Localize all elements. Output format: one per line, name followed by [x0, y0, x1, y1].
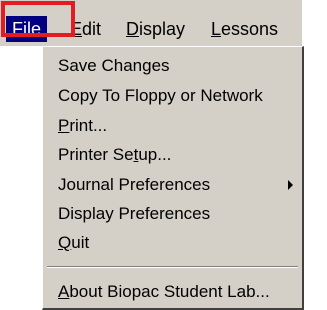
- menu-item-journal-preferences-label: Journal Preferences: [58, 175, 211, 194]
- menu-item-quit-mnemonic: Q: [58, 233, 72, 252]
- menu-lessons[interactable]: Lessons: [211, 16, 278, 42]
- file-dropdown-menu: Save Changes Copy To Floppy or Network P…: [42, 46, 304, 310]
- menu-item-about-mnemonic: A: [58, 282, 70, 301]
- menu-lessons-mnemonic: L: [211, 19, 222, 39]
- menu-item-printer-setup-pre: Printer Se: [58, 145, 134, 164]
- menu-item-journal-preferences[interactable]: Journal Preferences: [58, 174, 210, 196]
- menu-item-quit[interactable]: Quit: [58, 232, 89, 254]
- menu-item-quit-rest: uit: [71, 233, 90, 252]
- menu-item-printer-setup[interactable]: Printer Setup...: [58, 144, 171, 166]
- menu-item-print-rest: rint...: [69, 116, 108, 135]
- menu-item-save-changes[interactable]: Save Changes: [58, 55, 170, 77]
- menu-item-copy-to-floppy[interactable]: Copy To Floppy or Network: [58, 85, 263, 107]
- menu-item-copy-to-floppy-label: Copy To Floppy or Network: [58, 86, 263, 105]
- menu-item-about-rest: bout Biopac Student Lab...: [69, 282, 270, 301]
- menu-item-print[interactable]: Print...: [58, 115, 107, 137]
- menu-separator: [47, 266, 298, 268]
- menu-item-about[interactable]: About Biopac Student Lab...: [58, 281, 270, 303]
- menu-lessons-label: essons: [221, 19, 279, 39]
- menu-item-print-mnemonic: P: [58, 116, 70, 135]
- menu-item-printer-setup-rest: up...: [138, 145, 172, 164]
- menu-item-display-preferences[interactable]: Display Preferences: [58, 203, 210, 225]
- menu-display-mnemonic: D: [126, 19, 139, 39]
- highlight-callout-box: [1, 1, 75, 37]
- triangle-right-icon: [288, 180, 293, 190]
- menu-edit-label: dit: [82, 19, 102, 39]
- menu-display[interactable]: Display: [126, 16, 185, 42]
- menu-item-save-changes-label: Save Changes: [58, 56, 170, 75]
- menu-item-display-preferences-label: Display Preferences: [58, 204, 211, 223]
- menu-display-label: isplay: [139, 19, 186, 39]
